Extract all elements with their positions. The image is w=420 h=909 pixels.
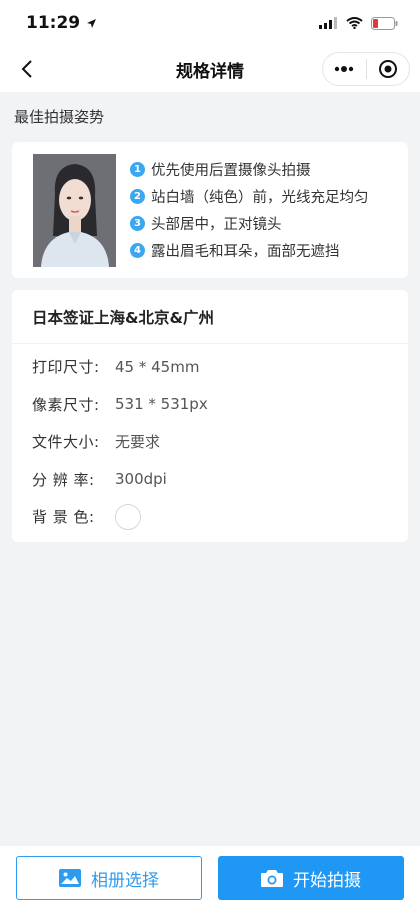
back-arrow-icon	[21, 60, 32, 78]
more-button[interactable]	[323, 53, 366, 85]
background-color-swatch	[115, 503, 141, 530]
album-select-label: 相册选择	[91, 870, 159, 891]
signal-icon	[319, 17, 337, 29]
status-bar: 11:29	[0, 0, 420, 46]
spec-card: 日本签证上海&北京&广州 打印尺寸: 45 * 45mm 像素尺寸: 531 *…	[12, 290, 408, 542]
tip-text: 优先使用后置摄像头拍摄	[151, 163, 311, 179]
tip-number-badge: 2	[130, 189, 145, 204]
spec-label: 背 景 色:	[32, 508, 95, 527]
spec-value: 45 * 45mm	[115, 357, 200, 376]
image-icon	[59, 869, 81, 887]
tip-item: 3 头部居中，正对镜头	[130, 210, 369, 237]
spec-label: 像素尺寸:	[32, 395, 100, 414]
spec-row-bg-color: 背 景 色:	[12, 498, 408, 536]
start-shoot-label: 开始拍摄	[293, 870, 361, 891]
section-title: 最佳拍摄姿势	[14, 108, 105, 126]
spec-row-pixel-size: 像素尺寸: 531 * 531px	[12, 386, 408, 424]
location-arrow-icon	[87, 18, 97, 28]
pose-card: 1 优先使用后置摄像头拍摄 2 站白墙（纯色）前，光线充足均匀 3 头部居中，正…	[12, 142, 408, 278]
nav-bar: 规格详情	[0, 46, 420, 92]
tip-item: 2 站白墙（纯色）前，光线充足均匀	[130, 183, 369, 210]
bottom-action-bar: 相册选择 开始拍摄	[0, 846, 420, 909]
mini-program-capsule	[322, 52, 410, 86]
wifi-icon	[346, 17, 363, 29]
album-select-button[interactable]: 相册选择	[16, 856, 202, 900]
tip-number-badge: 4	[130, 243, 145, 258]
battery-icon	[371, 16, 398, 30]
start-shoot-button[interactable]: 开始拍摄	[218, 856, 404, 900]
spec-label: 分 辨 率:	[32, 470, 95, 489]
spec-value: 300dpi	[115, 470, 167, 489]
more-icon	[335, 66, 354, 72]
spec-name: 日本签证上海&北京&广州	[12, 290, 408, 344]
back-button[interactable]	[12, 54, 42, 84]
spec-row-file-size: 文件大小: 无要求	[12, 423, 408, 461]
tip-item: 4 露出眉毛和耳朵，面部无遮挡	[130, 237, 369, 264]
spec-row-resolution: 分 辨 率: 300dpi	[12, 461, 408, 499]
close-mini-program-icon	[378, 60, 397, 78]
tip-number-badge: 3	[130, 216, 145, 231]
tip-text: 露出眉毛和耳朵，面部无遮挡	[151, 244, 340, 260]
tip-number-badge: 1	[130, 162, 145, 177]
spec-label: 文件大小:	[32, 433, 100, 452]
tip-item: 1 优先使用后置摄像头拍摄	[130, 156, 369, 183]
status-indicators	[319, 16, 398, 30]
status-time: 11:29	[26, 13, 97, 33]
tips-list: 1 优先使用后置摄像头拍摄 2 站白墙（纯色）前，光线充足均匀 3 头部居中，正…	[130, 156, 369, 264]
camera-icon	[261, 870, 283, 887]
tip-text: 站白墙（纯色）前，光线充足均匀	[151, 190, 369, 206]
sample-portrait	[33, 154, 116, 267]
page-title: 规格详情	[176, 61, 244, 82]
spec-value: 无要求	[115, 433, 161, 452]
spec-label: 打印尺寸:	[32, 358, 100, 377]
close-mini-program-button[interactable]	[367, 53, 410, 85]
spec-value: 531 * 531px	[115, 395, 208, 414]
status-time-text: 11:29	[26, 13, 81, 33]
tip-text: 头部居中，正对镜头	[151, 217, 282, 233]
portrait-illustration	[33, 154, 116, 267]
spec-row-print-size: 打印尺寸: 45 * 45mm	[12, 348, 408, 386]
